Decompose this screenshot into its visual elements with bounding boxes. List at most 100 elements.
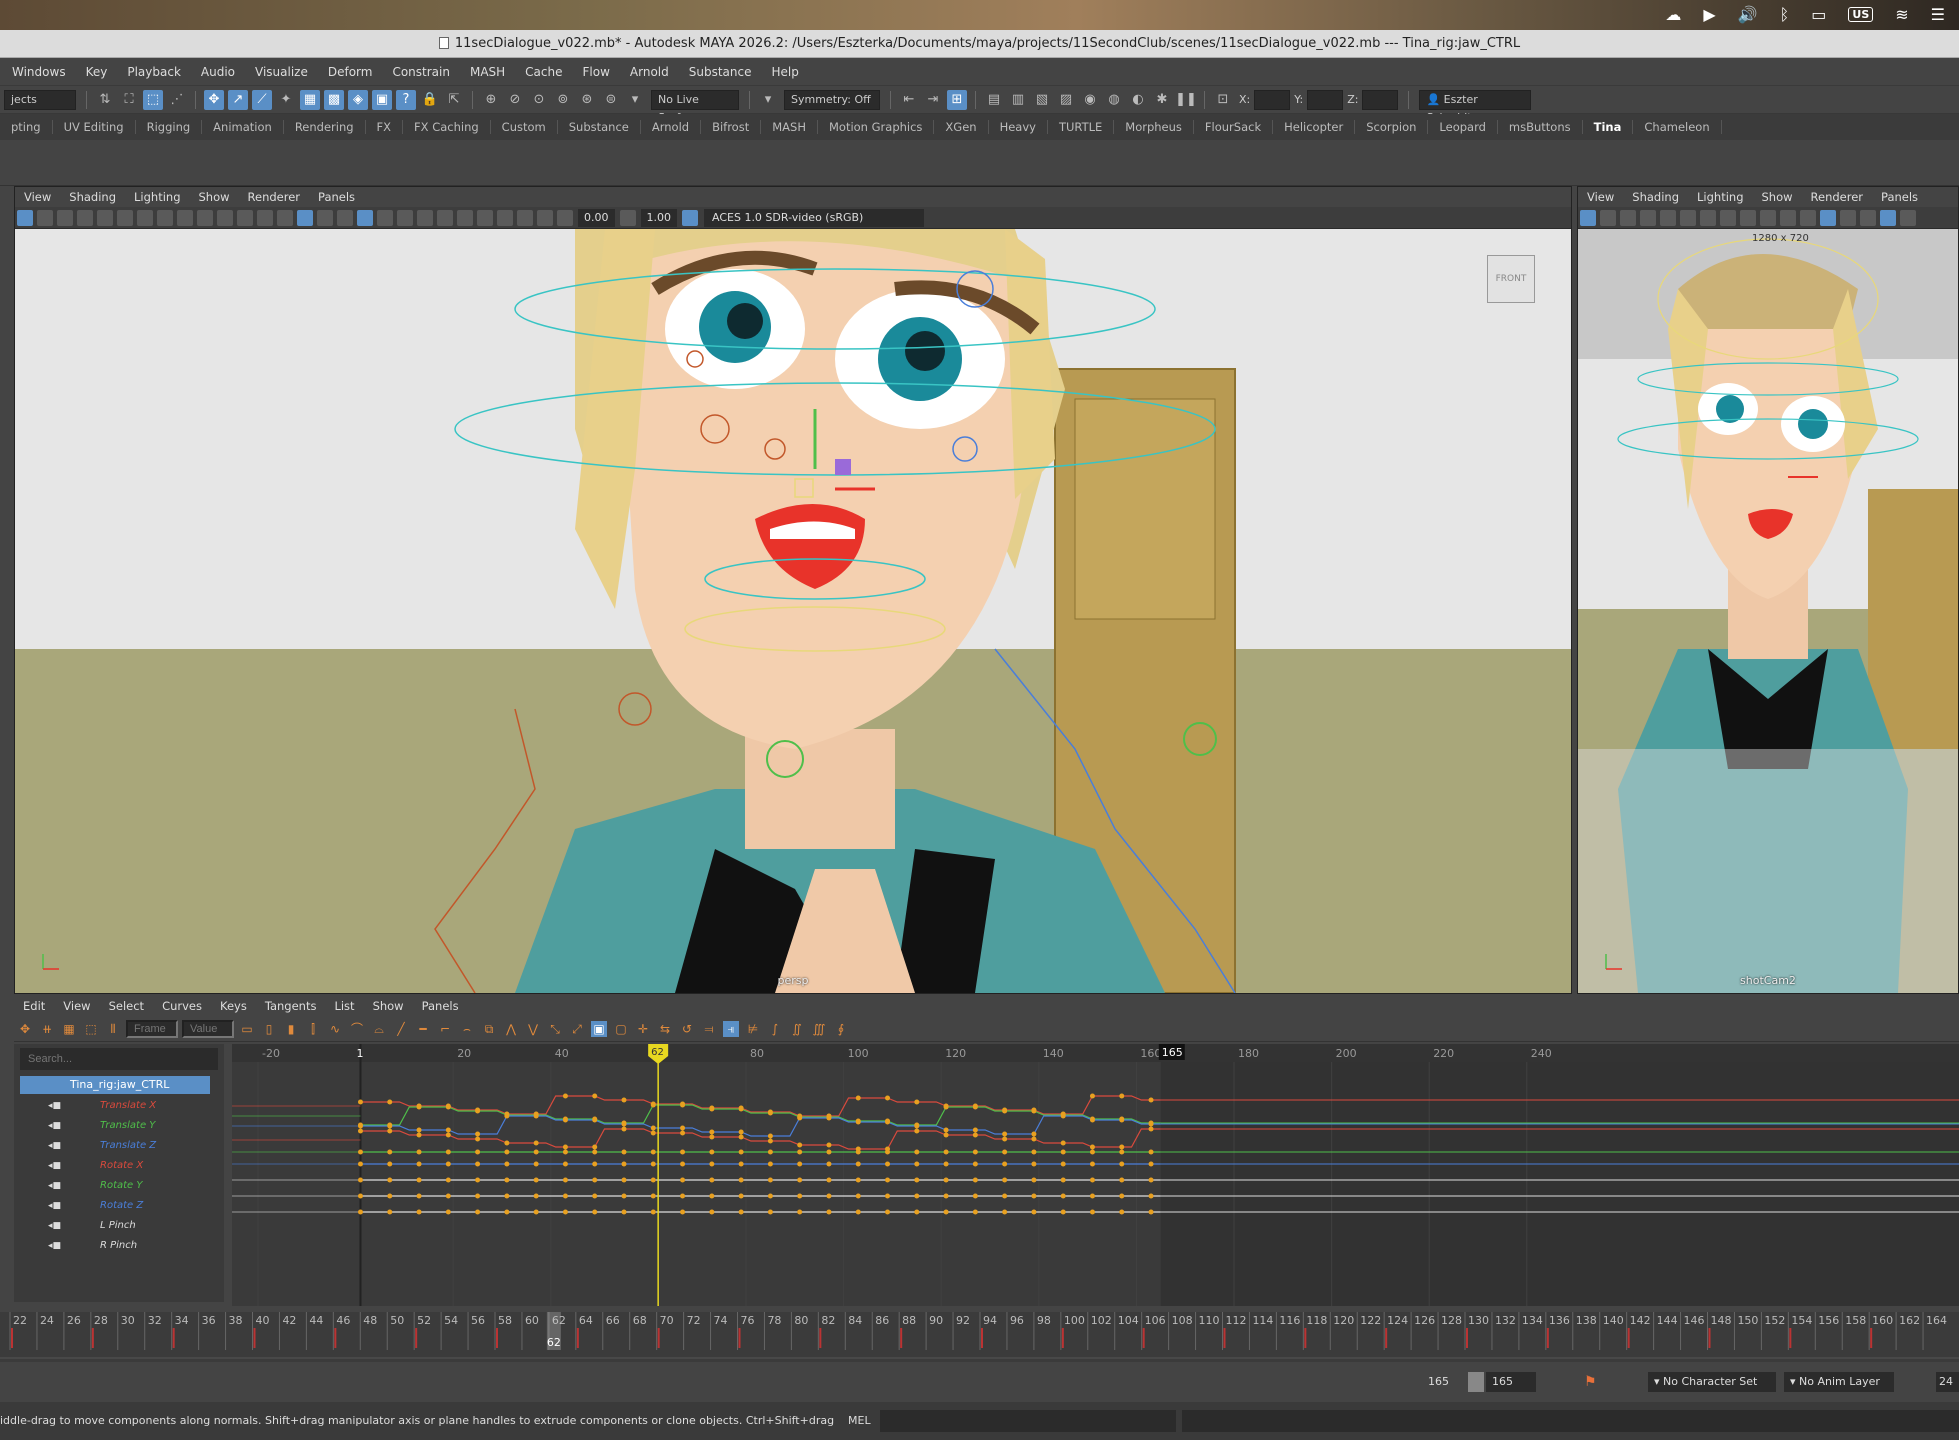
keyframe[interactable] xyxy=(855,1149,861,1155)
gate-mask-icon[interactable] xyxy=(197,209,213,226)
keyframe[interactable] xyxy=(1089,1161,1095,1167)
keyframe[interactable] xyxy=(445,1132,451,1138)
safe-action-icon[interactable] xyxy=(1800,209,1816,226)
render-setup-icon[interactable]: ◍ xyxy=(1104,90,1124,110)
keyframe[interactable] xyxy=(357,1128,363,1134)
menu-cache[interactable]: Cache xyxy=(525,65,562,79)
vp-menu-renderer[interactable]: Renderer xyxy=(1802,190,1873,204)
value-field[interactable] xyxy=(182,1019,234,1038)
menu-help[interactable]: Help xyxy=(772,65,799,79)
free-tangent-weight-icon[interactable]: ⤡ xyxy=(547,1021,563,1037)
keyframe[interactable] xyxy=(914,1149,920,1155)
select-hierarchy-icon[interactable]: ⛶ xyxy=(119,90,139,110)
use-all-lights-icon[interactable] xyxy=(377,209,393,226)
keyframe[interactable] xyxy=(738,1161,744,1167)
keyframe[interactable] xyxy=(592,1093,598,1099)
keyframe[interactable] xyxy=(943,1161,949,1167)
keyframe[interactable] xyxy=(562,1144,568,1150)
break-tangents-icon[interactable]: ⋀ xyxy=(503,1021,519,1037)
keyframe[interactable] xyxy=(533,1177,539,1183)
keyframe[interactable] xyxy=(797,1115,803,1121)
flat-tangent-icon[interactable]: ━ xyxy=(415,1021,431,1037)
vp-menu-lighting[interactable]: Lighting xyxy=(1688,190,1752,204)
keyframe[interactable] xyxy=(533,1161,539,1167)
keyframe[interactable] xyxy=(592,1117,598,1123)
gate-mask-icon[interactable] xyxy=(1760,209,1776,226)
keyframe[interactable] xyxy=(592,1209,598,1215)
clamped-tangent-icon[interactable]: ⌓ xyxy=(371,1021,387,1037)
smooth-shade-icon[interactable] xyxy=(1820,209,1836,226)
keyframe[interactable] xyxy=(1031,1149,1037,1155)
keyframe[interactable] xyxy=(1119,1161,1125,1167)
linear-tangent-icon[interactable]: ╱ xyxy=(393,1021,409,1037)
keyframe[interactable] xyxy=(387,1161,393,1167)
keyframe[interactable] xyxy=(680,1149,686,1155)
keyframe[interactable] xyxy=(1031,1209,1037,1215)
center-current-time-icon[interactable]: ⫿ xyxy=(305,1021,321,1037)
keyframe[interactable] xyxy=(475,1108,481,1114)
2d-pan-icon[interactable] xyxy=(97,209,113,226)
keyframe[interactable] xyxy=(767,1209,773,1215)
keyframe[interactable] xyxy=(592,1193,598,1199)
shelf-tab-mash[interactable]: MASH xyxy=(761,120,818,134)
keyframe[interactable] xyxy=(972,1149,978,1155)
keyframe[interactable] xyxy=(621,1126,627,1132)
grease-pencil-icon[interactable] xyxy=(117,209,133,226)
symmetry-dropdown[interactable]: Symmetry: Off xyxy=(784,89,880,110)
keyframe[interactable] xyxy=(1148,1177,1154,1183)
shelf-tab-fx-caching[interactable]: FX Caching xyxy=(403,120,491,134)
keyframe[interactable] xyxy=(475,1177,481,1183)
keyframe[interactable] xyxy=(475,1149,481,1155)
textured-icon[interactable] xyxy=(357,209,373,226)
keyframe[interactable] xyxy=(1002,1149,1008,1155)
safe-title-icon[interactable] xyxy=(257,209,273,226)
grid-icon[interactable] xyxy=(1700,209,1716,226)
auto-load-icon[interactable]: ▣ xyxy=(591,1020,607,1037)
attribute-translate-x[interactable]: Translate X xyxy=(14,1096,224,1116)
keyframe[interactable] xyxy=(621,1209,627,1215)
keyframe[interactable] xyxy=(445,1209,451,1215)
keyframe[interactable] xyxy=(1060,1209,1066,1215)
keyframe[interactable] xyxy=(1089,1117,1095,1123)
keyframe[interactable] xyxy=(826,1142,832,1148)
keyframe[interactable] xyxy=(767,1161,773,1167)
vp-menu-shading[interactable]: Shading xyxy=(1623,190,1688,204)
menu-windows[interactable]: Windows xyxy=(12,65,66,79)
keyframe[interactable] xyxy=(1089,1193,1095,1199)
exposure-field[interactable]: 0.00 xyxy=(578,208,615,227)
keyframe[interactable] xyxy=(1089,1093,1095,1099)
transform-mode-icon[interactable]: ⊡ xyxy=(1213,90,1233,110)
snap-point-icon[interactable]: ⊙ xyxy=(529,90,549,110)
keyframe[interactable] xyxy=(357,1177,363,1183)
keyframe[interactable] xyxy=(357,1161,363,1167)
chevron-down-icon[interactable]: ▾ xyxy=(758,90,778,110)
timeline-sync-icon[interactable]: ▢ xyxy=(613,1021,629,1037)
ge-menu-curves[interactable]: Curves xyxy=(153,999,211,1013)
camera-attributes-icon[interactable] xyxy=(1600,209,1616,226)
shelf-tab-morpheus[interactable]: Morpheus xyxy=(1114,120,1194,134)
shelf-tab-substance[interactable]: Substance xyxy=(558,120,641,134)
keyframe[interactable] xyxy=(709,1193,715,1199)
shelf-tab-bifrost[interactable]: Bifrost xyxy=(701,120,762,134)
keyframe[interactable] xyxy=(1089,1149,1095,1155)
keyframe[interactable] xyxy=(387,1128,393,1134)
denormalize-icon[interactable]: ⇆ xyxy=(657,1021,673,1037)
bookmark-icon[interactable] xyxy=(57,209,73,226)
keyframe[interactable] xyxy=(885,1177,891,1183)
keyframe[interactable] xyxy=(738,1149,744,1155)
keyframe[interactable] xyxy=(943,1209,949,1215)
keyframe[interactable] xyxy=(475,1209,481,1215)
keyframe[interactable] xyxy=(387,1099,393,1105)
keyframe[interactable] xyxy=(797,1149,803,1155)
light-editor-icon[interactable]: ◐ xyxy=(1128,90,1148,110)
keyframe[interactable] xyxy=(592,1144,598,1150)
keyframe[interactable] xyxy=(650,1193,656,1199)
keyframe[interactable] xyxy=(650,1177,656,1183)
keyframe[interactable] xyxy=(680,1209,686,1215)
select-component-icon[interactable]: ⋰ xyxy=(167,90,187,110)
gamma-field[interactable]: 1.00 xyxy=(640,208,677,227)
view-transform-dropdown[interactable]: ACES 1.0 SDR-video (sRGB) xyxy=(704,208,924,227)
keyframe[interactable] xyxy=(767,1149,773,1155)
keyframe[interactable] xyxy=(972,1209,978,1215)
keyframe[interactable] xyxy=(855,1119,861,1125)
